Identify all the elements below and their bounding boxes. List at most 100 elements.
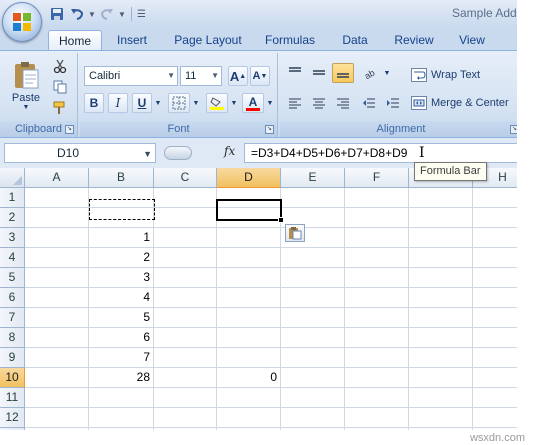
cell-e9[interactable] bbox=[281, 348, 345, 368]
cell-c9[interactable] bbox=[154, 348, 217, 368]
wrap-text-button[interactable]: Wrap Text bbox=[408, 65, 492, 85]
insert-function-icon[interactable]: fx bbox=[224, 144, 235, 158]
column-header-f[interactable]: F bbox=[345, 168, 409, 188]
align-top-icon[interactable] bbox=[284, 63, 306, 83]
tab-view[interactable]: View bbox=[452, 30, 492, 50]
format-painter-icon[interactable] bbox=[50, 99, 70, 117]
paste-options-icon[interactable] bbox=[285, 224, 305, 242]
cell-a5[interactable] bbox=[25, 268, 89, 288]
cell-c4[interactable] bbox=[154, 248, 217, 268]
cell-e6[interactable] bbox=[281, 288, 345, 308]
row-header-5[interactable]: 5 bbox=[0, 268, 25, 288]
formula-bar-handle-icon[interactable] bbox=[164, 146, 192, 160]
grow-font-button[interactable]: A ▲ bbox=[228, 66, 248, 86]
cell-c11[interactable] bbox=[154, 388, 217, 408]
cell-f1[interactable] bbox=[345, 188, 409, 208]
cell-d12[interactable] bbox=[217, 408, 281, 428]
cell-h4[interactable] bbox=[473, 248, 521, 268]
cell-h5[interactable] bbox=[473, 268, 521, 288]
cell-c6[interactable] bbox=[154, 288, 217, 308]
align-center-icon[interactable] bbox=[308, 93, 330, 113]
cell-b12[interactable] bbox=[89, 408, 154, 428]
cell-e12[interactable] bbox=[281, 408, 345, 428]
copy-icon[interactable] bbox=[50, 78, 70, 96]
cell-h11[interactable] bbox=[473, 388, 521, 408]
cell-b3[interactable]: 1 bbox=[89, 228, 154, 248]
cell-d3[interactable] bbox=[217, 228, 281, 248]
font-launcher-icon[interactable]: ↘ bbox=[265, 125, 274, 134]
font-name-combo[interactable]: Calibri ▼ bbox=[84, 66, 178, 86]
increase-indent-icon[interactable] bbox=[382, 93, 404, 113]
column-header-d[interactable]: D bbox=[217, 168, 281, 188]
cell-b9[interactable]: 7 bbox=[89, 348, 154, 368]
cell-c2[interactable] bbox=[154, 208, 217, 228]
cell-c7[interactable] bbox=[154, 308, 217, 328]
cell-g4[interactable] bbox=[409, 248, 473, 268]
column-header-a[interactable]: A bbox=[25, 168, 89, 188]
row-header-8[interactable]: 8 bbox=[0, 328, 25, 348]
cell-d9[interactable] bbox=[217, 348, 281, 368]
tab-insert[interactable]: Insert bbox=[108, 30, 156, 50]
cell-a7[interactable] bbox=[25, 308, 89, 328]
cell-d7[interactable] bbox=[217, 308, 281, 328]
borders-dropdown-icon[interactable]: ▼ bbox=[191, 93, 201, 113]
fill-color-dropdown-icon[interactable]: ▼ bbox=[229, 93, 239, 113]
cell-c8[interactable] bbox=[154, 328, 217, 348]
cell-e4[interactable] bbox=[281, 248, 345, 268]
cell-b5[interactable]: 3 bbox=[89, 268, 154, 288]
merge-center-button[interactable]: Merge & Center bbox=[408, 93, 520, 113]
cell-h12[interactable] bbox=[473, 408, 521, 428]
cell-a4[interactable] bbox=[25, 248, 89, 268]
column-header-c[interactable]: C bbox=[154, 168, 217, 188]
cell-h6[interactable] bbox=[473, 288, 521, 308]
font-size-combo[interactable]: 11 ▼ bbox=[180, 66, 222, 86]
cell-a11[interactable] bbox=[25, 388, 89, 408]
cell-e11[interactable] bbox=[281, 388, 345, 408]
customize-qat-icon[interactable]: ☰ bbox=[137, 9, 146, 20]
cell-f4[interactable] bbox=[345, 248, 409, 268]
cell-e1[interactable] bbox=[281, 188, 345, 208]
cell-g3[interactable] bbox=[409, 228, 473, 248]
cell-g11[interactable] bbox=[409, 388, 473, 408]
name-box[interactable]: D10 ▼ bbox=[4, 143, 156, 163]
cell-b10[interactable]: 28 bbox=[89, 368, 154, 388]
font-size-dropdown-icon[interactable]: ▼ bbox=[211, 67, 219, 85]
redo-icon[interactable] bbox=[98, 5, 116, 23]
cell-a8[interactable] bbox=[25, 328, 89, 348]
cell-a9[interactable] bbox=[25, 348, 89, 368]
cell-c3[interactable] bbox=[154, 228, 217, 248]
shrink-font-button[interactable]: A ▼ bbox=[250, 66, 270, 86]
font-color-dropdown-icon[interactable]: ▼ bbox=[265, 93, 275, 113]
row-header-2[interactable]: 2 bbox=[0, 208, 25, 228]
tab-home[interactable]: Home bbox=[48, 30, 102, 50]
cell-f5[interactable] bbox=[345, 268, 409, 288]
cell-a12[interactable] bbox=[25, 408, 89, 428]
tab-data[interactable]: Data bbox=[336, 30, 374, 50]
cell-h9[interactable] bbox=[473, 348, 521, 368]
row-header-4[interactable]: 4 bbox=[0, 248, 25, 268]
cell-e10[interactable] bbox=[281, 368, 345, 388]
cell-g2[interactable] bbox=[409, 208, 473, 228]
cut-icon[interactable] bbox=[50, 57, 70, 75]
cell-g7[interactable] bbox=[409, 308, 473, 328]
underline-dropdown-icon[interactable]: ▼ bbox=[153, 93, 163, 113]
cell-d11[interactable] bbox=[217, 388, 281, 408]
cell-c5[interactable] bbox=[154, 268, 217, 288]
row-header-3[interactable]: 3 bbox=[0, 228, 25, 248]
cell-b6[interactable]: 4 bbox=[89, 288, 154, 308]
cell-a10[interactable] bbox=[25, 368, 89, 388]
borders-icon[interactable] bbox=[168, 93, 190, 113]
cell-g1[interactable] bbox=[409, 188, 473, 208]
cell-h10[interactable] bbox=[473, 368, 521, 388]
cell-g8[interactable] bbox=[409, 328, 473, 348]
cell-a2[interactable] bbox=[25, 208, 89, 228]
orientation-icon[interactable]: ab bbox=[360, 63, 382, 83]
italic-button[interactable]: I bbox=[108, 93, 128, 113]
cell-f3[interactable] bbox=[345, 228, 409, 248]
row-header-6[interactable]: 6 bbox=[0, 288, 25, 308]
align-middle-icon[interactable] bbox=[308, 63, 330, 83]
cell-e8[interactable] bbox=[281, 328, 345, 348]
underline-button[interactable]: U bbox=[132, 93, 152, 113]
cell-g5[interactable] bbox=[409, 268, 473, 288]
orientation-dropdown-icon[interactable]: ▼ bbox=[383, 63, 391, 83]
